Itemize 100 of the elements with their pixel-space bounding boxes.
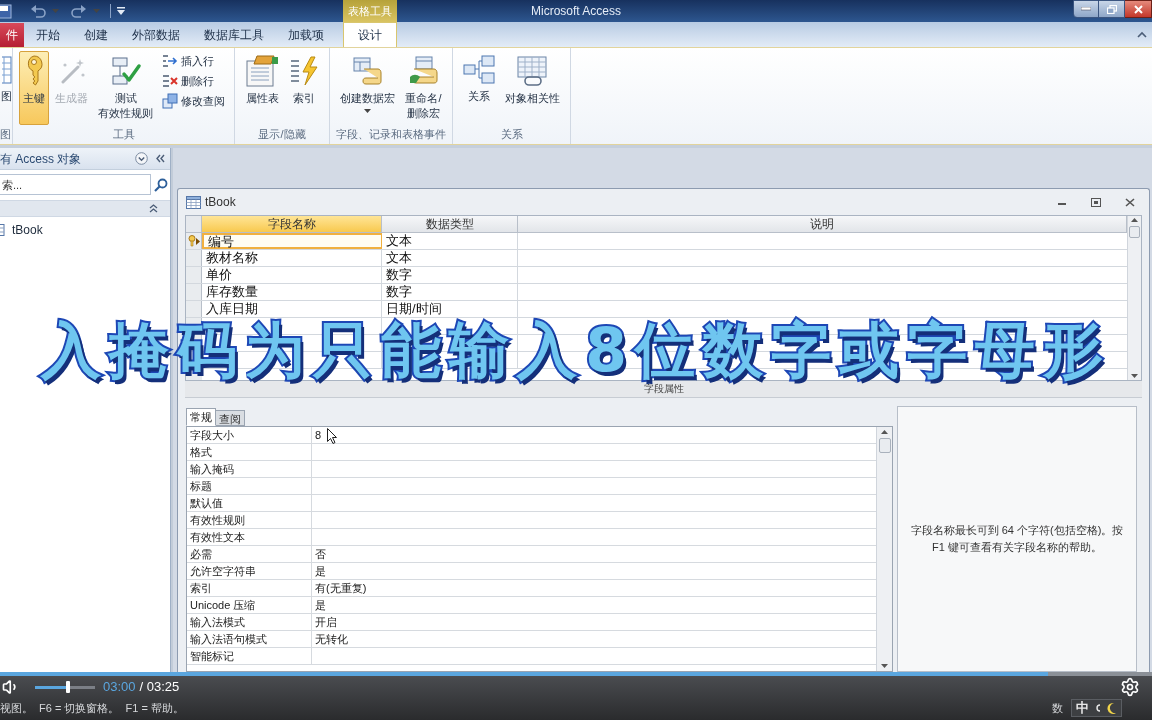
ribbon-tab[interactable]: 创建	[72, 22, 120, 47]
ribbon-group-label: 工具	[112, 127, 135, 142]
volume-slider[interactable]	[35, 681, 95, 693]
ime-mode[interactable]: 中	[1076, 698, 1089, 718]
help-text: 字段名称最长可到 64 个字符(包括空格)。按 F1 键可查看有关字段名称的帮助。	[909, 523, 1125, 555]
lightning-icon	[289, 55, 319, 87]
ribbon-group-label: 字段、记录和表格事件	[336, 127, 446, 142]
property-value[interactable]: 有(无重复)	[312, 580, 370, 596]
ribbon-button[interactable]: 删除行	[159, 71, 228, 91]
close-icon	[1133, 4, 1143, 14]
property-value[interactable]: 开启	[312, 614, 340, 630]
minimize-icon	[1081, 7, 1091, 11]
table-cell[interactable]: 文本	[382, 233, 518, 249]
punctuation-icon[interactable]	[1094, 703, 1102, 713]
minimize-button[interactable]	[1073, 0, 1099, 18]
macro-scroll-icon	[351, 55, 384, 87]
scroll-down-arrow-icon	[1131, 374, 1138, 378]
table-cell[interactable]: 数字	[382, 284, 518, 300]
restore-button[interactable]	[1099, 0, 1125, 18]
ribbon-button[interactable]: 属性表	[241, 51, 283, 125]
ribbon-button[interactable]: 修改查阅	[159, 91, 228, 111]
volume-thumb[interactable]	[66, 681, 70, 693]
table-cell[interactable]: 编号	[202, 233, 382, 249]
scrollbar-thumb[interactable]	[1129, 226, 1140, 238]
context-tab-group-label: 表格工具	[343, 0, 397, 22]
column-header[interactable]: 说明	[518, 216, 1127, 232]
property-label: 字段大小	[187, 427, 312, 443]
close-button[interactable]	[1125, 0, 1152, 18]
scrollbar-thumb[interactable]	[878, 438, 891, 453]
vertical-scrollbar[interactable]	[1127, 216, 1141, 380]
property-value[interactable]: 无转化	[312, 631, 351, 647]
property-label: 输入掩码	[187, 461, 312, 477]
table-icon	[1, 55, 12, 85]
ribbon-group-label: 图	[0, 127, 11, 142]
property-value[interactable]: 是	[312, 563, 329, 579]
ribbon-tab[interactable]: 外部数据	[120, 22, 192, 47]
key-icon	[187, 235, 196, 247]
delete-row-icon	[162, 74, 178, 88]
property-label: 有效性规则	[187, 512, 312, 528]
settings-icon[interactable]	[1120, 677, 1140, 697]
vertical-scrollbar[interactable]	[876, 427, 892, 671]
redo-icon[interactable]	[71, 4, 87, 18]
ribbon-tab[interactable]: 加载项	[276, 22, 336, 47]
table-cell[interactable]: 数字	[382, 267, 518, 283]
double-chevron-left-icon[interactable]	[156, 154, 165, 163]
property-value[interactable]: 否	[312, 546, 329, 562]
ribbon-button[interactable]: 关系	[459, 51, 499, 125]
ribbon-group-label: 关系	[500, 127, 523, 142]
property-value[interactable]: 8	[312, 427, 325, 443]
status-indicator: 数	[1052, 700, 1063, 716]
ribbon-button[interactable]: 创建数据宏	[336, 51, 400, 125]
close-icon[interactable]	[1125, 197, 1135, 207]
column-header[interactable]: 数据类型	[382, 216, 518, 232]
property-label: 输入法模式	[187, 614, 312, 630]
ribbon-tab[interactable]: 设计	[343, 22, 397, 47]
table-icon	[186, 195, 201, 209]
caret-icon	[364, 109, 372, 113]
current-time: 03:00	[103, 678, 136, 697]
insert-row-icon	[162, 54, 178, 68]
row-selector[interactable]	[186, 233, 202, 249]
ribbon-button[interactable]: 图	[0, 51, 13, 125]
customize-toolbar-icon[interactable]	[117, 7, 125, 15]
window-title: Microsoft Access	[531, 3, 621, 20]
save-icon[interactable]	[0, 3, 12, 19]
property-label: Unicode 压缩	[187, 597, 312, 613]
search-field[interactable]: 索...	[0, 174, 151, 195]
collapse-ribbon-icon[interactable]	[1137, 31, 1147, 38]
navigation-pane-title: 有 Access 对象	[0, 150, 82, 168]
property-tab[interactable]: 常规	[186, 408, 216, 426]
property-label: 允许空字符串	[187, 563, 312, 579]
search-icon[interactable]	[154, 177, 168, 192]
ribbon-button[interactable]: 重命名/ 删除宏	[401, 51, 446, 125]
flowchart-check-icon	[109, 55, 142, 87]
relationship-diagram-icon	[463, 55, 495, 85]
ribbon-button[interactable]: 测试 有效性规则	[94, 51, 157, 125]
scroll-down-arrow-icon	[881, 664, 888, 668]
ribbon-tab[interactable]: 数据库工具	[192, 22, 276, 47]
scroll-up-arrow-icon	[881, 430, 888, 434]
restore-icon[interactable]	[1091, 197, 1101, 207]
dropdown-icon[interactable]	[135, 152, 148, 165]
moon-icon[interactable]	[1107, 702, 1117, 714]
table-cell[interactable]: 文本	[382, 250, 518, 266]
table-cell[interactable]: 日期/时间	[382, 301, 518, 317]
property-label: 索引	[187, 580, 312, 596]
undo-icon[interactable]	[30, 4, 46, 18]
ribbon-button[interactable]: 插入行	[159, 51, 228, 71]
ribbon-button[interactable]: 对象相关性	[501, 51, 564, 125]
ribbon-tab[interactable]: 开始	[24, 22, 72, 47]
ribbon-button[interactable]: 主键	[19, 51, 49, 125]
ribbon-group-label: 显示/隐藏	[258, 127, 306, 142]
ribbon-button[interactable]: 索引	[285, 51, 323, 125]
property-label: 标题	[187, 478, 312, 494]
property-label: 有效性文本	[187, 529, 312, 545]
ribbon-tab[interactable]: 件	[0, 23, 24, 47]
column-header[interactable]: 字段名称	[202, 216, 382, 232]
property-label: 格式	[187, 444, 312, 460]
property-tab[interactable]: 查阅	[216, 410, 245, 426]
table-list-item[interactable]: tBook	[0, 221, 170, 239]
property-value[interactable]: 是	[312, 597, 329, 613]
status-text: 视图。 F6 = 切换窗格。 F1 = 帮助。	[0, 700, 184, 716]
